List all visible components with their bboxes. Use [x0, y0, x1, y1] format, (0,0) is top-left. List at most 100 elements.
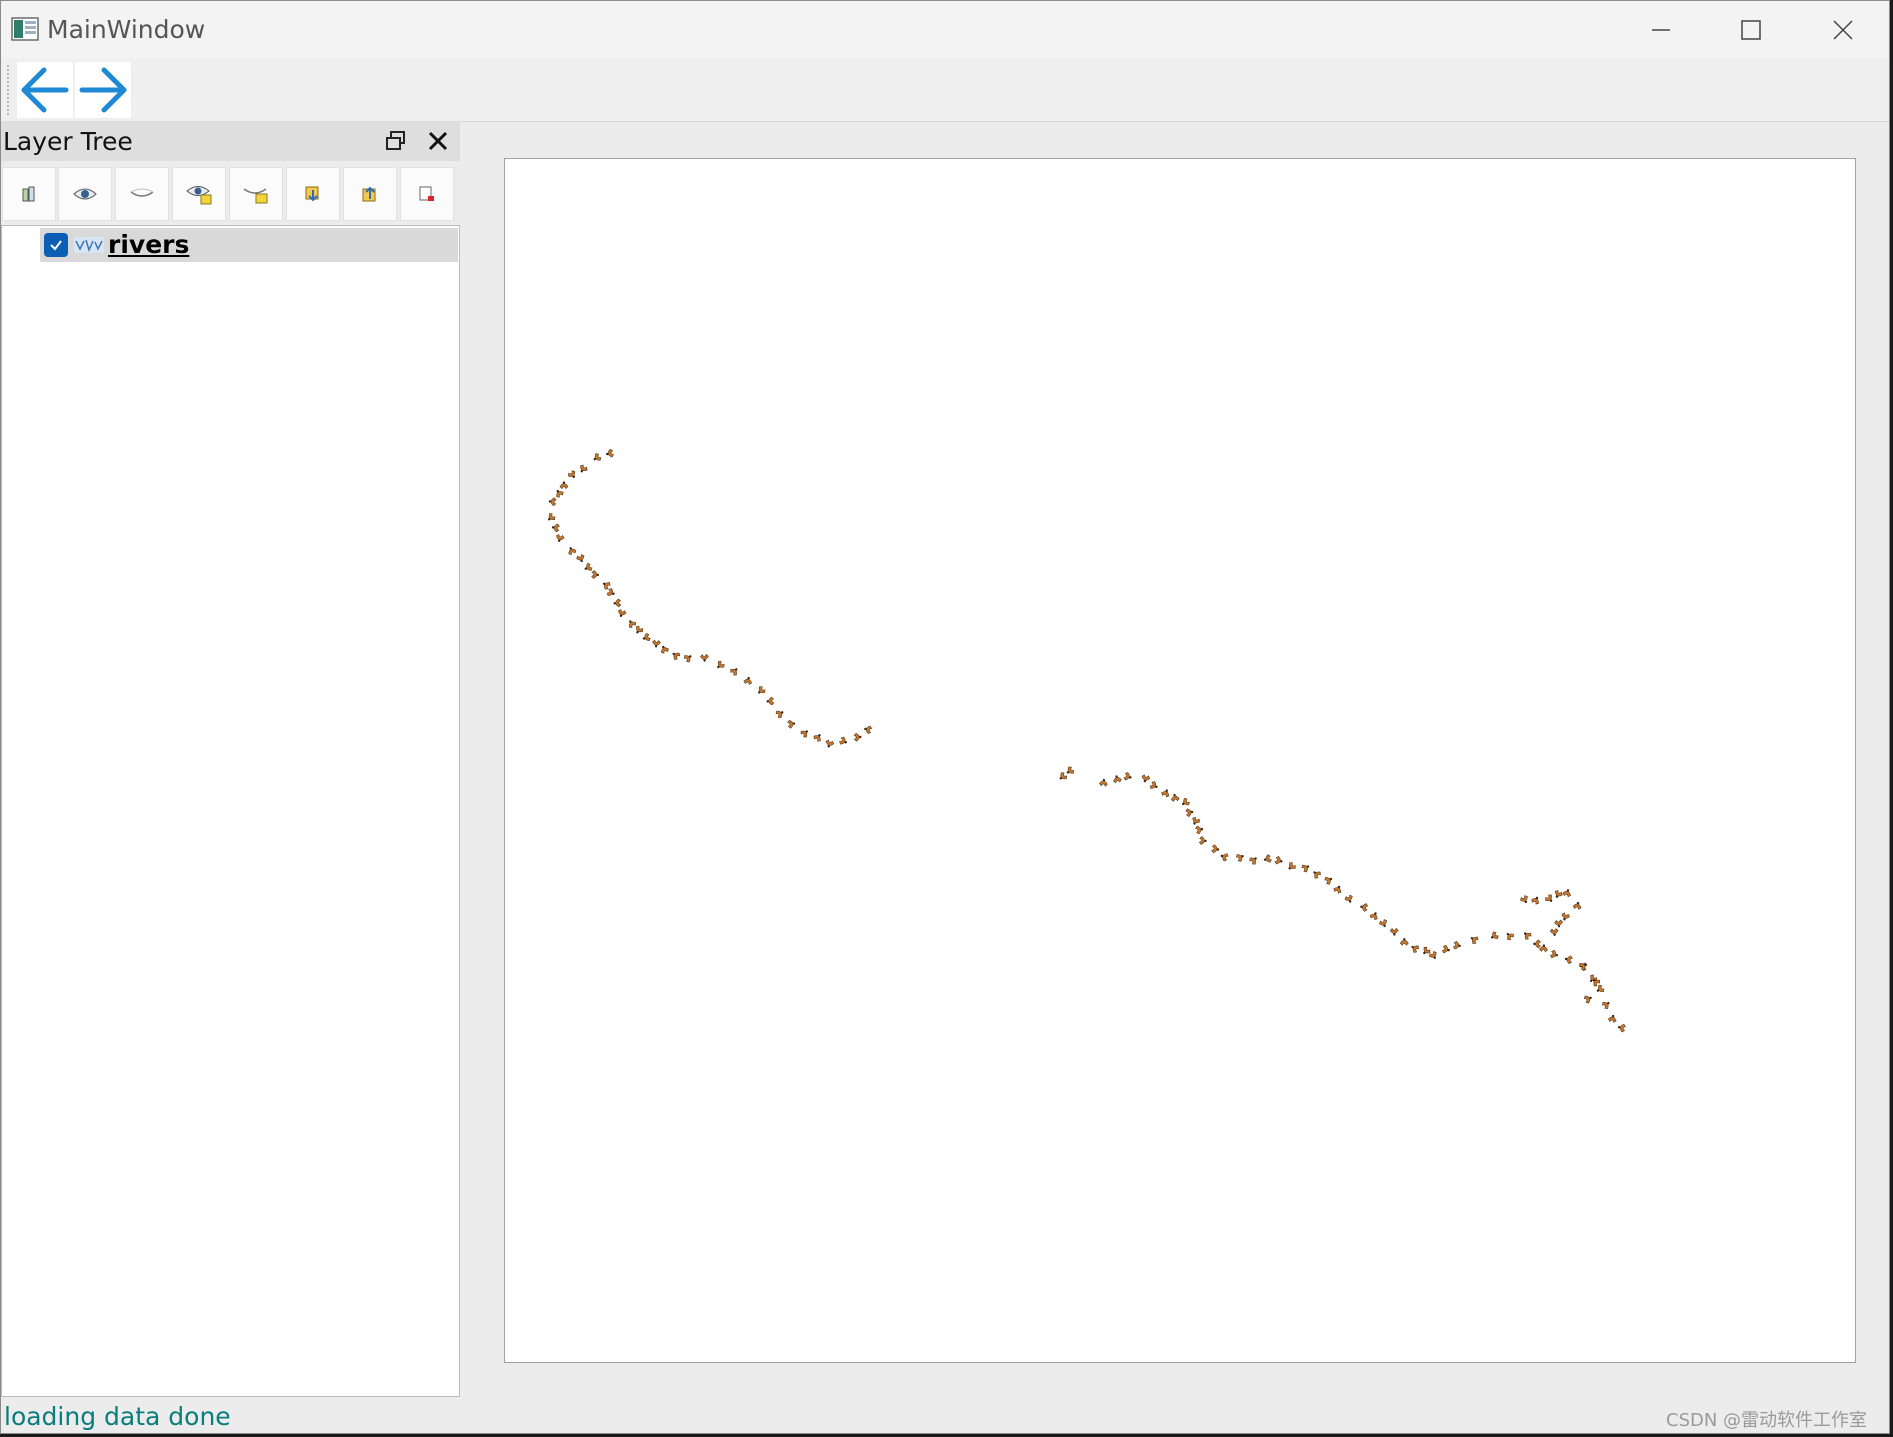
hide-all-button[interactable] [115, 167, 169, 221]
river-point-symbol [1578, 961, 1588, 972]
river-point-symbol [1369, 911, 1379, 921]
remove-layer-button[interactable] [400, 167, 454, 221]
close-dock-icon[interactable] [425, 128, 451, 154]
close-button[interactable] [1798, 1, 1888, 59]
river-point-symbol [1149, 781, 1159, 791]
river-point-symbol [1573, 901, 1582, 910]
maximize-button[interactable] [1706, 1, 1796, 59]
move-up-icon [360, 184, 380, 204]
river-point-symbol [1065, 766, 1076, 777]
map-canvas[interactable] [504, 158, 1856, 1363]
move-up-button[interactable] [343, 167, 397, 221]
river-point-symbol [1301, 862, 1311, 873]
minimize-icon [1650, 19, 1672, 41]
river-point-symbol [555, 534, 565, 543]
hide-selected-button[interactable] [229, 167, 283, 221]
hide-selected-icon [243, 183, 269, 205]
add-group-button[interactable] [2, 167, 56, 221]
river-point-symbol [576, 554, 586, 564]
toolbar-grip[interactable] [7, 65, 13, 115]
river-point-symbol [1195, 825, 1204, 834]
maximize-icon [1740, 19, 1762, 41]
river-point-symbol [683, 652, 694, 663]
river-point-symbol [578, 464, 589, 474]
river-point-symbol [605, 449, 614, 458]
layer-visibility-checkbox[interactable] [44, 233, 68, 257]
river-point-symbol [1263, 854, 1272, 864]
river-point-symbol [1564, 955, 1573, 964]
river-point-symbol [839, 736, 849, 746]
layer-name: rivers [108, 230, 189, 259]
river-point-symbol [1550, 950, 1559, 960]
river-point-symbol [1522, 930, 1533, 941]
river-point-symbol [670, 650, 681, 661]
river-point-symbol [1489, 931, 1499, 942]
river-point-symbol [1617, 1023, 1626, 1032]
river-point-symbol [1539, 944, 1548, 952]
river-point-symbol [715, 660, 726, 671]
river-point-symbol [1390, 928, 1398, 935]
river-point-symbol [1199, 836, 1207, 845]
main-toolbar [1, 59, 1889, 122]
rivers-layer-render [505, 159, 1855, 1362]
river-point-symbol [1442, 945, 1451, 955]
river-point-symbol [1469, 934, 1479, 945]
river-point-symbol [1219, 852, 1229, 862]
river-point-symbol [1379, 919, 1389, 929]
hide-all-icon [129, 184, 155, 204]
river-point-symbol [1124, 772, 1133, 782]
river-point-symbol [1601, 999, 1612, 1010]
river-point-symbol [1190, 816, 1200, 826]
river-point-symbol [567, 546, 577, 556]
app-icon [11, 17, 39, 41]
river-point-symbol [633, 625, 644, 635]
river-point-symbol [554, 488, 565, 498]
river-point-symbol [1286, 861, 1297, 872]
river-point-symbol [1453, 941, 1461, 950]
river-point-symbol [743, 676, 752, 685]
river-point-symbol [560, 481, 568, 488]
show-selected-icon [186, 183, 212, 205]
river-point-symbol [1235, 852, 1245, 862]
back-button[interactable] [17, 62, 73, 118]
add-group-icon [19, 184, 39, 204]
river-point-symbol [775, 708, 785, 719]
river-point-symbol [626, 618, 637, 628]
dock-title: Layer Tree [3, 127, 133, 156]
river-point-symbol [1248, 855, 1259, 866]
river-point-symbol [1533, 940, 1540, 948]
layer-tree-panel: rivers [1, 225, 460, 1397]
river-point-symbol [1185, 808, 1194, 817]
river-point-symbol [592, 452, 602, 463]
show-all-button[interactable] [58, 167, 112, 221]
river-point-symbol [546, 512, 557, 523]
river-point-symbol [1400, 938, 1408, 945]
river-point-symbol [1544, 894, 1555, 905]
river-point-symbol [1550, 928, 1559, 936]
main-window: MainWindow Layer Tree rivers loading dat… [0, 0, 1890, 1434]
river-point-symbol [1560, 912, 1570, 921]
forward-button[interactable] [75, 62, 131, 118]
river-point-symbol [1531, 895, 1541, 905]
show-selected-button[interactable] [172, 167, 226, 221]
arrow-right-icon [78, 65, 128, 115]
remove-layer-icon [417, 184, 437, 204]
river-point-symbol [1519, 895, 1529, 905]
river-point-symbol [606, 588, 616, 598]
status-message: loading data done [4, 1402, 231, 1431]
river-point-symbol [729, 666, 740, 677]
river-point-symbol [567, 470, 578, 481]
layer-item-rivers[interactable]: rivers [40, 228, 458, 262]
float-dock-icon[interactable] [385, 130, 407, 152]
river-point-symbol [617, 609, 627, 618]
river-point-symbol [766, 697, 774, 705]
move-down-button[interactable] [286, 167, 340, 221]
checkmark-icon [48, 237, 64, 253]
river-point-symbol [591, 570, 599, 579]
river-point-symbol [756, 685, 767, 696]
show-all-icon [72, 184, 98, 204]
river-point-symbol [825, 739, 835, 748]
minimize-button[interactable] [1616, 1, 1706, 59]
river-point-symbol [1583, 994, 1593, 1004]
close-icon [1831, 18, 1855, 42]
